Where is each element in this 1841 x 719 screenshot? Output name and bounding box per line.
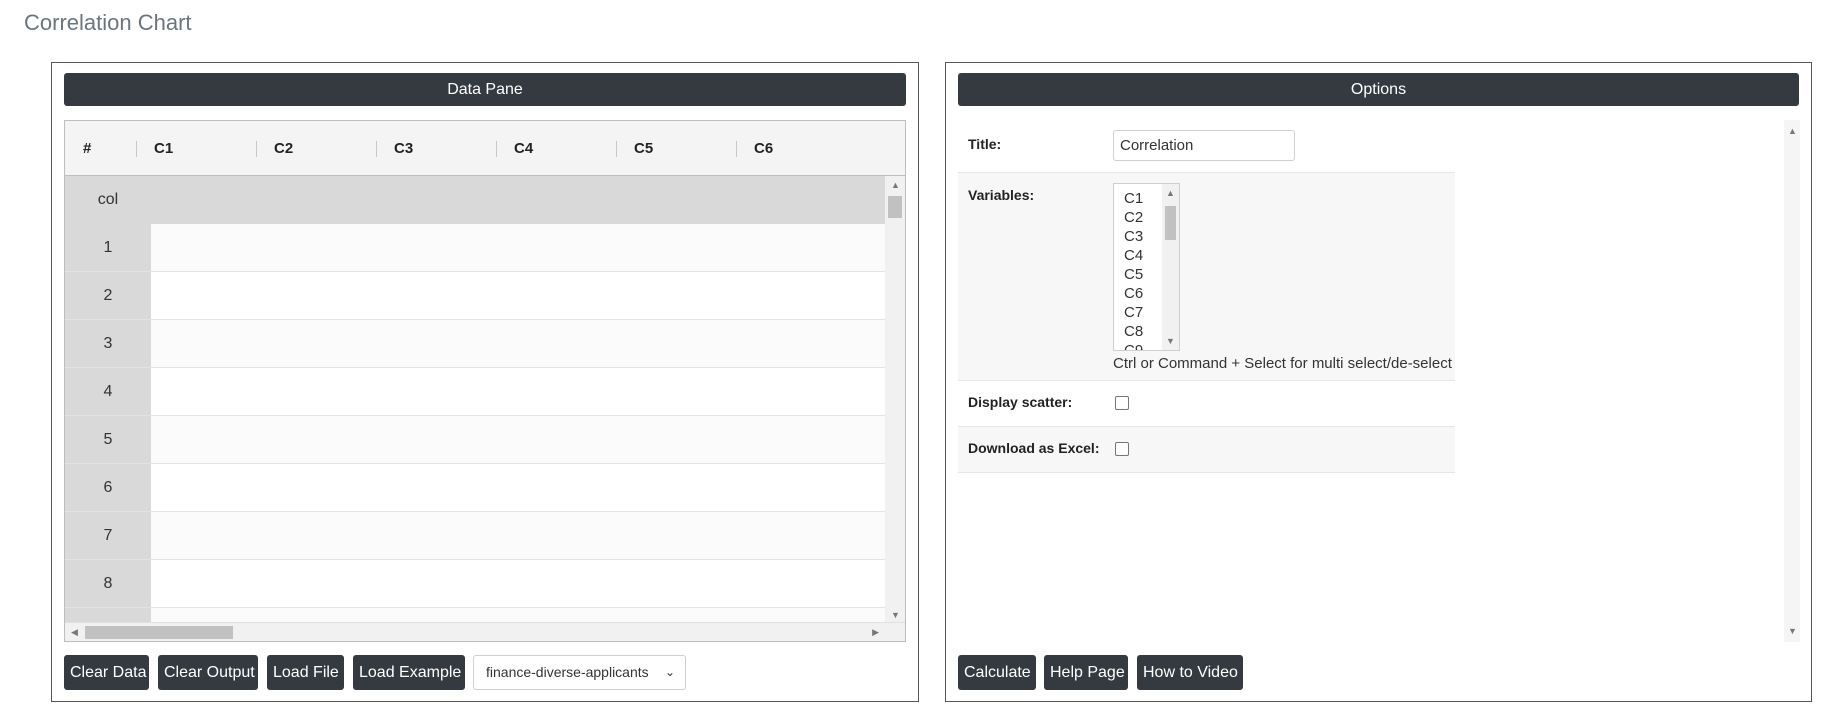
scroll-up-arrow-icon[interactable]: ▲ [891,180,900,190]
title-label: Title: [968,136,1002,152]
column-header-index[interactable]: # [83,121,91,176]
data-grid[interactable]: # C1 C2 C3 C4 C5 C6 col 1 2 3 4 5 6 7 8 … [64,120,906,642]
table-row-col-names[interactable]: col [65,176,887,224]
variables-label: Variables: [968,187,1035,203]
column-divider[interactable] [496,141,497,157]
row-cells[interactable] [151,320,887,367]
row-cells[interactable] [151,416,887,463]
column-header-c2[interactable]: C2 [274,121,293,176]
row-number: 8 [65,560,151,607]
download-excel-option-row: Download as Excel: [958,427,1455,473]
clear-data-button[interactable]: Clear Data [64,655,149,690]
row-label: col [65,176,151,224]
row-cells[interactable] [151,272,887,319]
variable-option[interactable]: C1 [1124,189,1143,208]
scrollbar-thumb[interactable] [85,626,233,639]
table-row[interactable]: 3 [65,320,887,368]
column-header-c3[interactable]: C3 [394,121,413,176]
variables-multiselect[interactable]: C1 C2 C3 C4 C5 C6 C7 C8 C9 ▲ ▼ [1113,183,1180,351]
variable-option[interactable]: C5 [1124,265,1143,284]
table-row[interactable]: 8 [65,560,887,608]
scroll-down-arrow-icon[interactable]: ▼ [1788,626,1797,636]
load-example-button[interactable]: Load Example [353,655,465,690]
title-input[interactable]: Correlation [1113,130,1295,161]
column-header-c1[interactable]: C1 [154,121,173,176]
variable-option[interactable]: C9 [1124,341,1143,350]
row-number: 5 [65,416,151,463]
row-cells[interactable] [151,512,887,559]
listbox-scrollbar[interactable]: ▲ ▼ [1162,184,1179,350]
display-scatter-checkbox[interactable] [1115,396,1129,410]
row-number: 7 [65,512,151,559]
display-scatter-label: Display scatter: [968,394,1073,410]
variable-option[interactable]: C8 [1124,322,1143,341]
column-divider[interactable] [616,141,617,157]
calculate-button[interactable]: Calculate [958,655,1036,690]
how-to-video-button[interactable]: How to Video [1137,655,1243,690]
scrollbar-thumb[interactable] [888,196,902,218]
download-excel-label: Download as Excel: [968,440,1100,456]
variable-option[interactable]: C2 [1124,208,1143,227]
row-cells[interactable] [151,176,887,224]
scroll-up-arrow-icon[interactable]: ▲ [1166,188,1175,198]
column-divider[interactable] [376,141,377,157]
page-title: Correlation Chart [24,10,192,35]
scrollbar-thumb[interactable] [1165,206,1176,240]
scroll-right-arrow-icon[interactable]: ▶ [872,627,879,637]
scroll-down-arrow-icon[interactable]: ▼ [1166,336,1175,346]
table-row[interactable]: 1 [65,224,887,272]
table-row[interactable]: 6 [65,464,887,512]
variables-option-row: Variables: C1 C2 C3 C4 C5 C6 C7 C8 C9 ▲ … [958,173,1455,381]
select-value: finance-diverse-applicants [486,664,649,680]
help-page-button[interactable]: Help Page [1044,655,1128,690]
options-header: Options [958,73,1799,106]
display-scatter-option-row: Display scatter: [958,381,1455,427]
column-header-c4[interactable]: C4 [514,121,533,176]
download-excel-checkbox[interactable] [1115,442,1129,456]
variable-option[interactable]: C4 [1124,246,1143,265]
data-pane-panel: Data Pane # C1 C2 C3 C4 C5 C6 col 1 2 3 … [51,62,919,702]
column-divider[interactable] [736,141,737,157]
row-number: 2 [65,272,151,319]
row-number: 1 [65,224,151,271]
row-cells[interactable] [151,368,887,415]
options-vertical-scrollbar[interactable]: ▲ ▼ [1784,120,1800,642]
chevron-down-icon: ⌄ [664,665,675,679]
options-form: Title: Correlation Variables: C1 C2 C3 C… [958,120,1800,642]
row-number: 6 [65,464,151,511]
scroll-down-arrow-icon[interactable]: ▼ [891,610,900,620]
scroll-up-arrow-icon[interactable]: ▲ [1788,126,1797,136]
scroll-left-arrow-icon[interactable]: ◀ [71,627,78,637]
variables-hint: Ctrl or Command + Select for multi selec… [1113,355,1452,372]
variable-option[interactable]: C6 [1124,284,1143,303]
row-cells[interactable] [151,464,887,511]
column-header-c5[interactable]: C5 [634,121,653,176]
options-panel: Options Title: Correlation Variables: C1… [945,62,1812,702]
row-cells[interactable] [151,224,887,271]
title-option-row: Title: Correlation [958,120,1455,173]
variable-option[interactable]: C7 [1124,303,1143,322]
row-number: 4 [65,368,151,415]
example-dataset-select[interactable]: finance-diverse-applicants ⌄ [473,655,686,690]
grid-column-header: # C1 C2 C3 C4 C5 C6 [65,121,905,176]
grid-body: col 1 2 3 4 5 6 7 8 [65,176,887,624]
clear-output-button[interactable]: Clear Output [158,655,258,690]
variable-option[interactable]: C3 [1124,227,1143,246]
table-row[interactable]: 5 [65,416,887,464]
grid-vertical-scrollbar[interactable]: ▲ ▼ [885,176,905,624]
table-row[interactable]: 7 [65,512,887,560]
load-file-button[interactable]: Load File [267,655,344,690]
column-divider[interactable] [136,141,137,157]
table-row[interactable]: 4 [65,368,887,416]
data-pane-header: Data Pane [64,73,906,106]
grid-horizontal-scrollbar[interactable]: ◀ ▶ [65,622,905,641]
row-cells[interactable] [151,560,887,607]
column-header-c6[interactable]: C6 [754,121,773,176]
row-number: 3 [65,320,151,367]
table-row[interactable]: 2 [65,272,887,320]
column-divider[interactable] [256,141,257,157]
